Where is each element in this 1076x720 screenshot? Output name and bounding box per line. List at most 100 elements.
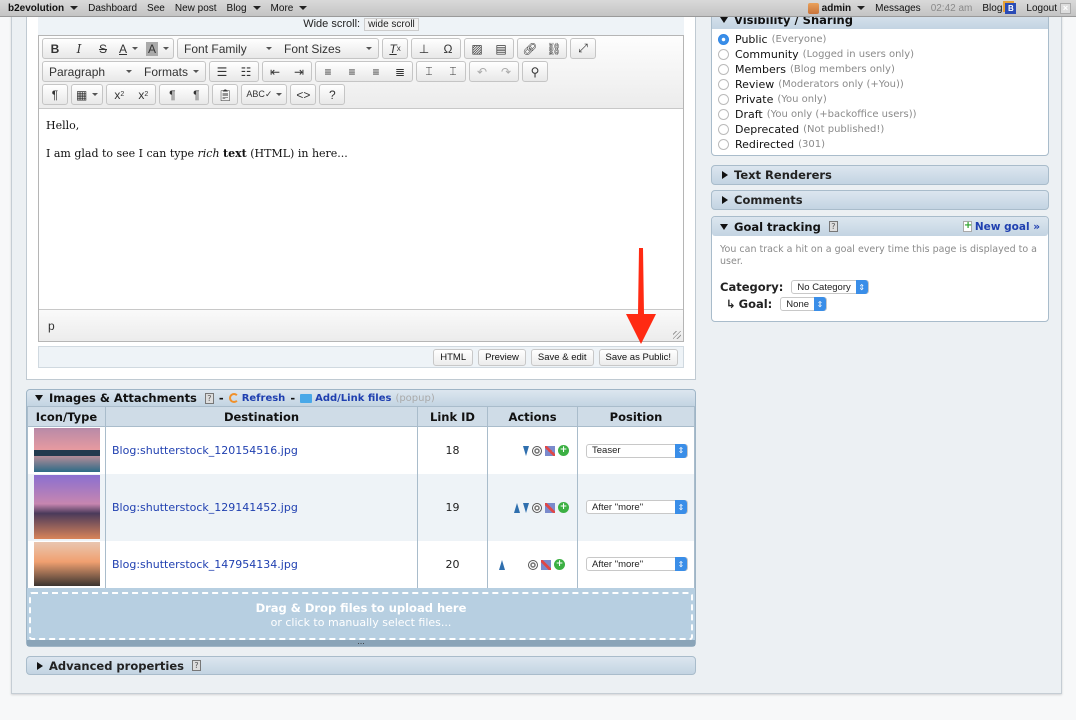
locate-icon[interactable] xyxy=(532,502,542,513)
image-thumbnail[interactable] xyxy=(33,542,100,586)
file-link[interactable]: Blog:shutterstock_147954134.jpg xyxy=(105,540,418,588)
formats-menu[interactable]: Formats xyxy=(138,62,205,81)
resize-handle-icon[interactable] xyxy=(673,331,681,339)
redo-button[interactable]: ↷ xyxy=(494,62,518,81)
unlink-icon[interactable] xyxy=(545,502,555,513)
add-link-files-link[interactable]: Add/Link files xyxy=(300,393,391,404)
radio-button[interactable] xyxy=(718,94,729,105)
menu-blog-link[interactable]: Blog B xyxy=(977,2,1021,14)
move-down-icon[interactable] xyxy=(523,445,529,456)
menu-blog[interactable]: Blog xyxy=(222,3,266,14)
move-up-icon[interactable] xyxy=(499,559,505,570)
comments-panel[interactable]: Comments xyxy=(711,190,1049,210)
insert-icon[interactable]: + xyxy=(554,559,565,570)
help-icon[interactable]: ? xyxy=(828,221,838,232)
font-sizes-select[interactable]: Font Sizes xyxy=(278,39,378,58)
position-select[interactable]: After "more" ⇕ xyxy=(586,557,688,572)
unlink-button[interactable]: ⛓︎ xyxy=(542,39,566,58)
menu-b2evolution[interactable]: b2evolution xyxy=(0,3,83,14)
refresh-link[interactable]: Refresh xyxy=(228,393,285,404)
fullscreen-button[interactable]: ⤢ xyxy=(571,39,595,58)
clear-formatting-button[interactable]: Tx xyxy=(383,39,407,58)
help-icon[interactable]: ? xyxy=(192,660,202,671)
visibility-option-deprecated[interactable]: Deprecated (Not published!) xyxy=(718,122,1042,137)
superscript-button[interactable]: x2 xyxy=(131,85,155,104)
paste-text-button[interactable]: 📋︎ xyxy=(213,85,237,104)
move-down-icon[interactable] xyxy=(523,502,529,513)
position-select[interactable]: After "more" ⇕ xyxy=(586,500,688,515)
file-link[interactable]: Blog:shutterstock_129141452.jpg xyxy=(105,473,418,541)
find-replace-button[interactable]: ⚲ xyxy=(523,62,547,81)
source-code-button[interactable]: <> xyxy=(291,85,315,104)
insert-icon[interactable]: + xyxy=(558,445,569,457)
unlink-icon[interactable] xyxy=(541,559,551,570)
undo-button[interactable]: ↶ xyxy=(470,62,494,81)
advanced-properties-panel[interactable]: Advanced properties? xyxy=(26,656,696,675)
visibility-option-review[interactable]: Review (Moderators only (+You)) xyxy=(718,77,1042,92)
insert-link-button[interactable]: 🔗︎ xyxy=(518,39,542,58)
wide-scroll-toggle[interactable]: wide scroll xyxy=(364,18,419,31)
image-thumbnail[interactable] xyxy=(33,475,100,539)
locate-icon[interactable] xyxy=(528,559,538,570)
file-link[interactable]: Blog:shutterstock_120154516.jpg xyxy=(105,426,418,474)
background-color-button[interactable]: A xyxy=(142,39,173,58)
strikethrough-button[interactable]: S xyxy=(91,39,115,58)
insert-more-button[interactable]: ⊥ xyxy=(412,39,436,58)
image-thumbnail[interactable] xyxy=(33,428,100,473)
help-icon[interactable]: ? xyxy=(204,392,214,404)
visibility-option-public[interactable]: Public (Everyone) xyxy=(718,32,1042,47)
text-renderers-panel[interactable]: Text Renderers xyxy=(711,165,1049,185)
file-drop-zone[interactable]: Drag & Drop files to upload here or click… xyxy=(29,592,693,640)
visibility-option-draft[interactable]: Draft (You only (+backoffice users)) xyxy=(718,107,1042,122)
align-right-button[interactable]: ≡ xyxy=(364,62,388,81)
unlink-icon[interactable] xyxy=(545,445,555,456)
justify-button[interactable]: ≣ xyxy=(388,62,412,81)
italic-button[interactable]: I xyxy=(67,39,91,58)
page-break-button[interactable]: ⌶ xyxy=(417,62,441,81)
rtl-button[interactable]: ¶ xyxy=(184,85,208,104)
menu-user[interactable]: admin xyxy=(803,2,870,14)
font-family-select[interactable]: Font Family xyxy=(178,39,278,58)
ltr-button[interactable]: ¶ xyxy=(160,85,184,104)
help-button[interactable]: ? xyxy=(320,85,344,104)
new-goal-link[interactable]: New goal » xyxy=(962,220,1040,233)
category-select[interactable]: No Category ⇕ xyxy=(791,280,869,294)
attachments-header[interactable]: Images & Attachments? - Refresh - Add/Link… xyxy=(27,390,695,406)
goal-select[interactable]: None ⇕ xyxy=(780,297,828,311)
menu-messages[interactable]: Messages xyxy=(870,3,926,14)
menu-see[interactable]: See xyxy=(142,3,170,14)
menu-new-post[interactable]: New post xyxy=(170,3,222,14)
insert-icon[interactable]: + xyxy=(558,502,569,513)
radio-button[interactable] xyxy=(718,79,729,90)
popup-link[interactable]: (popup) xyxy=(395,393,434,404)
element-path[interactable]: p xyxy=(48,319,55,333)
visibility-option-community[interactable]: Community (Logged in users only) xyxy=(718,47,1042,62)
bullet-list-button[interactable]: ☰ xyxy=(210,62,234,81)
text-color-button[interactable]: A xyxy=(115,39,142,58)
bold-button[interactable]: B xyxy=(43,39,67,58)
preview-button[interactable]: Preview xyxy=(478,348,526,366)
spellcheck-button[interactable]: ABC✓ xyxy=(242,85,286,104)
paragraph-select[interactable]: Paragraph xyxy=(43,62,138,81)
visibility-option-private[interactable]: Private (You only) xyxy=(718,92,1042,107)
align-center-button[interactable]: ≡ xyxy=(340,62,364,81)
resize-handle[interactable]: ... xyxy=(27,638,695,646)
position-select[interactable]: Teaser ⇕ xyxy=(586,443,688,458)
logout-link[interactable]: Logout × xyxy=(1021,2,1076,14)
radio-button[interactable] xyxy=(718,109,729,120)
indent-button[interactable]: ⇥ xyxy=(287,62,311,81)
visibility-option-members[interactable]: Members (Blog members only) xyxy=(718,62,1042,77)
special-character-button[interactable]: Ω xyxy=(436,39,460,58)
save-edit-button[interactable]: Save & edit xyxy=(530,348,594,366)
menu-more[interactable]: More xyxy=(266,3,313,14)
more-break-button[interactable]: ⌶ xyxy=(441,62,465,81)
radio-button[interactable] xyxy=(718,139,729,150)
subscript-button[interactable]: x2 xyxy=(107,85,131,104)
radio-button[interactable] xyxy=(718,64,729,75)
move-up-icon[interactable] xyxy=(514,502,520,513)
radio-button[interactable] xyxy=(718,34,729,45)
radio-button[interactable] xyxy=(718,49,729,60)
table-button[interactable]: ▦ xyxy=(72,85,102,104)
goal-header[interactable]: Goal tracking? New goal » xyxy=(712,217,1048,236)
align-left-button[interactable]: ≡ xyxy=(316,62,340,81)
